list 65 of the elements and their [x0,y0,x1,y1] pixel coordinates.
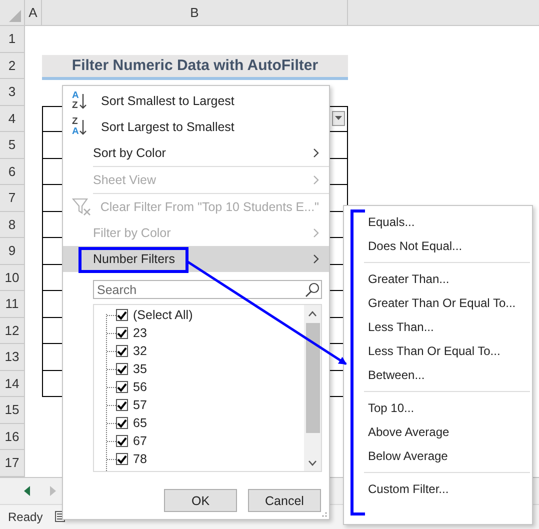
menu-item[interactable]: Between... [344,363,532,387]
row-header[interactable]: 11 [0,291,25,318]
menu-item[interactable]: Z A Sort Largest to Smallest [63,114,329,140]
clear-filter-icon [72,198,92,216]
checkbox[interactable] [116,381,128,393]
row-header[interactable]: 13 [0,344,25,370]
scroll-left-icon[interactable] [24,486,30,496]
checkbox[interactable] [116,345,128,357]
menu-item[interactable]: Less Than Or Equal To... [344,339,532,363]
row-header[interactable]: 16 [0,424,25,450]
row-header[interactable]: 8 [0,212,25,238]
row-header[interactable]: 7 [0,185,25,212]
column-header[interactable]: A [25,0,42,25]
checkbox[interactable] [116,399,128,411]
menu-item[interactable]: Top 10... [344,396,532,420]
row-header[interactable]: 14 [0,370,25,397]
caret-icon [335,116,342,120]
menu-item[interactable]: Below Average [344,444,532,468]
menu-item[interactable]: Less Than... [344,315,532,339]
row-header[interactable]: 17 [0,450,25,476]
row-header[interactable]: 3 [0,79,25,106]
row-header[interactable]: 6 [0,158,25,185]
value-label[interactable]: 23 [133,326,147,340]
row-header[interactable]: 9 [0,238,25,264]
row-header[interactable]: 10 [0,264,25,291]
search-icon [305,282,320,297]
value-label[interactable]: 32 [133,344,147,358]
row-header[interactable]: 15 [0,397,25,424]
value-label[interactable]: 65 [133,416,147,430]
row-header[interactable]: 2 [0,52,25,79]
menu-item[interactable]: Does Not Equal... [344,234,532,258]
checkbox[interactable] [116,327,128,339]
sheet-title: Filter Numeric Data with AutoFilter [42,54,348,80]
row-header[interactable]: 4 [0,106,25,132]
row-header[interactable]: 12 [0,318,25,344]
checkbox[interactable] [116,363,128,375]
checkbox[interactable] [116,417,128,429]
checkbox[interactable] [116,309,128,321]
checkbox[interactable] [116,453,128,465]
value-label[interactable]: 56 [133,380,147,394]
menu-item[interactable]: Equals... [344,210,532,234]
menu-item[interactable]: Custom Filter... [344,477,532,501]
value-label[interactable]: 78 [133,452,147,466]
menu-item[interactable]: Number Filters [63,246,329,272]
cancel-button[interactable]: Cancel [248,489,321,512]
scroll-down-icon[interactable] [308,460,317,466]
search-field[interactable]: Search [93,280,322,299]
ok-button[interactable]: OK [164,489,237,512]
menu-item[interactable]: A Z Sort Smallest to Largest [63,88,329,114]
value-label[interactable]: 67 [133,434,147,448]
menu-item[interactable]: Above Average [344,420,532,444]
value-label[interactable]: (Select All) [133,308,193,322]
scrollbar-thumb[interactable] [306,323,320,433]
checkbox[interactable] [116,435,128,447]
menu-item[interactable]: Sort by Color [63,140,329,166]
row-header[interactable]: 1 [0,26,25,52]
status-text: Ready [8,510,43,524]
row-header[interactable]: 5 [0,132,25,158]
menu-item[interactable]: Greater Than... [344,267,532,291]
value-label[interactable]: 57 [133,398,147,412]
value-label[interactable]: 35 [133,362,147,376]
filter-dropdown-button[interactable] [332,110,345,126]
column-header[interactable]: B [42,0,348,25]
menu-item[interactable]: Greater Than Or Equal To... [344,291,532,315]
scroll-up-icon[interactable] [308,310,317,316]
